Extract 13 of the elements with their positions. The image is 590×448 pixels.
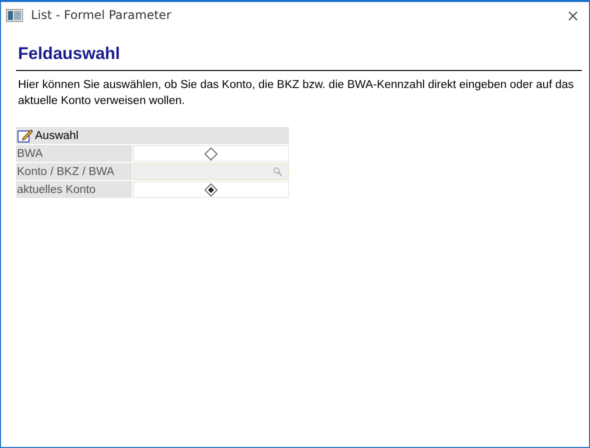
radio-button[interactable] [204, 182, 218, 196]
radio-button[interactable] [204, 146, 218, 160]
window-title: List - Formel Parameter [31, 8, 172, 22]
row-label: aktuelles Konto [16, 181, 132, 198]
close-button[interactable]: × [563, 6, 583, 24]
row-label: BWA [16, 145, 132, 162]
row-label: Konto / BKZ / BWA [16, 163, 132, 180]
notepad-pencil-icon [17, 128, 33, 143]
section-heading: Feldauswahl [16, 40, 582, 71]
search-icon [273, 167, 282, 176]
window-icon [6, 8, 23, 22]
description-text: Hier können Sie auswählen, ob Sie das Konto, die BKZ bzw. die BWA-Kennzahl direkt eingeben oder auf das aktuelle Konto verweisen wollen. [17, 78, 575, 109]
group-title: Auswahl [35, 130, 78, 142]
